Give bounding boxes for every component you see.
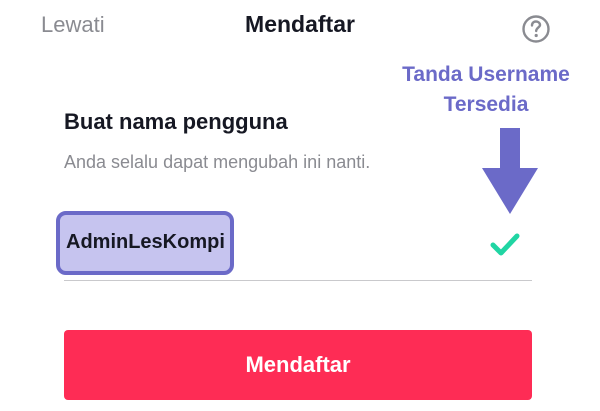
- username-field[interactable]: AdminLesKompi: [56, 211, 532, 282]
- annotation-label-line1: Tanda Username: [402, 63, 570, 86]
- arrow-down-icon: [482, 128, 538, 214]
- submit-button[interactable]: Mendaftar: [64, 330, 532, 400]
- username-input-value[interactable]: AdminLesKompi: [66, 231, 225, 254]
- page-title: Mendaftar: [245, 11, 355, 37]
- form-subtext: Anda selalu dapat mengubah ini nanti.: [64, 152, 371, 172]
- checkmark-icon: [490, 233, 520, 256]
- annotation-label-line2: Tersedia: [443, 93, 529, 116]
- question-circle-icon[interactable]: [521, 14, 551, 44]
- top-bar: Lewati Mendaftar: [0, 0, 600, 56]
- availability-annotation: Tanda Username Tersedia: [386, 60, 586, 120]
- form-heading: Buat nama pengguna: [64, 109, 288, 134]
- input-underline: [64, 280, 532, 281]
